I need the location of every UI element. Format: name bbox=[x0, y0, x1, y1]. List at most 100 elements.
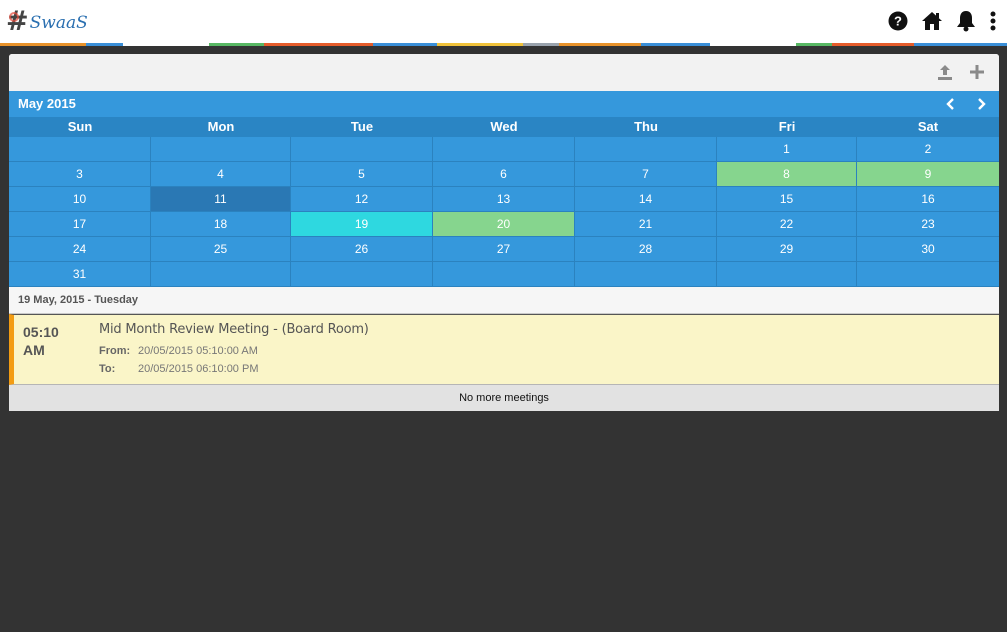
prev-month-button[interactable] bbox=[942, 96, 958, 112]
calendar-day-27[interactable]: 27 bbox=[433, 237, 575, 262]
stripe-segment bbox=[263, 43, 373, 46]
swaas-logo[interactable]: # SwaaS bbox=[6, 6, 88, 36]
stripe-segment bbox=[372, 43, 437, 46]
stripe-segment bbox=[122, 43, 210, 46]
calendar-week-row: 3456789 bbox=[9, 162, 999, 187]
calendar-empty-cell bbox=[717, 262, 857, 287]
no-more-meetings-note: No more meetings bbox=[9, 385, 999, 411]
meeting-item[interactable]: 05:10 AM Mid Month Review Meeting - (Boa… bbox=[9, 314, 999, 385]
more-vertical-icon[interactable] bbox=[989, 9, 997, 33]
calendar-day-14[interactable]: 14 bbox=[575, 187, 717, 212]
next-month-button[interactable] bbox=[974, 96, 990, 112]
calendar-empty-cell bbox=[291, 262, 433, 287]
calendar-day-12[interactable]: 12 bbox=[291, 187, 433, 212]
calendar-day-22[interactable]: 22 bbox=[717, 212, 857, 237]
stripe-segment bbox=[0, 43, 87, 46]
to-value: 20/05/2015 06:10:00 PM bbox=[138, 363, 259, 375]
logo-hash-mark: # bbox=[6, 5, 29, 37]
calendar-day-5[interactable]: 5 bbox=[291, 162, 433, 187]
month-calendar: May 2015 Sun Mon Tue Wed Thu Fri Sat 123456789… bbox=[9, 91, 999, 287]
stripe-segment bbox=[436, 43, 524, 46]
calendar-day-4[interactable]: 4 bbox=[151, 162, 291, 187]
calendar-day-2[interactable]: 2 bbox=[857, 137, 999, 162]
calendar-day-18[interactable]: 18 bbox=[151, 212, 291, 237]
stripe-segment bbox=[559, 43, 642, 46]
calendar-day-11[interactable]: 11 bbox=[151, 187, 291, 212]
stripe-segment bbox=[209, 43, 264, 46]
calendar-day-31[interactable]: 31 bbox=[9, 262, 151, 287]
calendar-week-row: 10 11 12 13 14 15 16 bbox=[9, 187, 999, 212]
calendar-empty-cell bbox=[857, 262, 999, 287]
from-value: 20/05/2015 05:10:00 AM bbox=[138, 345, 258, 357]
calendar-empty-cell bbox=[291, 137, 433, 162]
calendar-day-20[interactable]: 20 bbox=[433, 212, 575, 237]
calendar-empty-cell bbox=[151, 262, 291, 287]
calendar-day-6[interactable]: 6 bbox=[433, 162, 575, 187]
upload-icon[interactable] bbox=[935, 62, 955, 82]
stripe-segment bbox=[832, 43, 915, 46]
meeting-time-ampm: AM bbox=[23, 342, 45, 358]
calendar-day-21[interactable]: 21 bbox=[575, 212, 717, 237]
calendar-day-16[interactable]: 16 bbox=[857, 187, 999, 212]
header-actions: ? bbox=[887, 9, 997, 33]
calendar-empty-cell bbox=[575, 262, 717, 287]
month-label: May 2015 bbox=[18, 96, 76, 111]
calendar-empty-cell bbox=[151, 137, 291, 162]
calendar-day-28[interactable]: 28 bbox=[575, 237, 717, 262]
weekday-label-sat: Sat bbox=[917, 119, 939, 134]
weekday-label-mon: Mon bbox=[207, 119, 235, 134]
calendar-empty-cell bbox=[433, 137, 575, 162]
stripe-segment bbox=[641, 43, 710, 46]
calendar-empty-cell bbox=[575, 137, 717, 162]
calendar-empty-cell bbox=[433, 262, 575, 287]
home-icon[interactable] bbox=[921, 9, 943, 33]
calendar-day-17[interactable]: 17 bbox=[9, 212, 151, 237]
calendar-day-8[interactable]: 8 bbox=[717, 162, 857, 187]
stripe-segment bbox=[709, 43, 796, 46]
to-label: To: bbox=[99, 363, 116, 375]
stripe-segment bbox=[795, 43, 833, 46]
weekday-label-sun: Sun bbox=[67, 119, 93, 134]
calendar-day-24[interactable]: 24 bbox=[9, 237, 151, 262]
logo-text: SwaaS bbox=[29, 12, 88, 33]
stripe-segment bbox=[86, 43, 123, 46]
header-color-stripe bbox=[0, 43, 1007, 46]
chevron-right-icon bbox=[978, 98, 986, 110]
calendar-day-7[interactable]: 7 bbox=[575, 162, 717, 187]
calendar-week-row: 12 bbox=[9, 137, 999, 162]
calendar-day-19[interactable]: 19 bbox=[291, 212, 433, 237]
calendar-day-13[interactable]: 13 bbox=[433, 187, 575, 212]
stripe-segment bbox=[914, 43, 1007, 46]
meeting-to-row: To: 20/05/2015 06:10:00 PM bbox=[99, 363, 258, 375]
bell-icon[interactable] bbox=[955, 9, 977, 33]
selected-date-bar: 19 May, 2015 - Tuesday bbox=[9, 287, 999, 314]
weekday-label-wed: Wed bbox=[490, 119, 518, 134]
calendar-day-25[interactable]: 25 bbox=[151, 237, 291, 262]
top-header: # SwaaS ? bbox=[0, 0, 1007, 43]
calendar-day-29[interactable]: 29 bbox=[717, 237, 857, 262]
calendar-day-1[interactable]: 1 bbox=[717, 137, 857, 162]
calendar-day-30[interactable]: 30 bbox=[857, 237, 999, 262]
weekday-label-tue: Tue bbox=[350, 119, 374, 134]
calendar-header: May 2015 bbox=[9, 91, 999, 117]
calendar-day-15[interactable]: 15 bbox=[717, 187, 857, 212]
weekday-label-thu: Thu bbox=[634, 119, 658, 134]
calendar-panel: May 2015 Sun Mon Tue Wed Thu Fri Sat 123456789… bbox=[9, 54, 999, 411]
calendar-day-9[interactable]: 9 bbox=[857, 162, 999, 187]
calendar-day-10[interactable]: 10 bbox=[9, 187, 151, 212]
calendar-week-row: 31 bbox=[9, 262, 999, 287]
help-icon[interactable]: ? bbox=[887, 9, 909, 33]
from-label: From: bbox=[99, 345, 131, 357]
meeting-from-row: From: 20/05/2015 05:10:00 AM bbox=[99, 345, 258, 357]
calendar-grid: 1 2 3 4 5 6 7 8 9 10 11 12 13 14 15 16 17 18 19 20 21 22 23 24 2… bbox=[9, 137, 999, 287]
calendar-week-row: 24 25 26 27 28 29 30 bbox=[9, 237, 999, 262]
calendar-day-3[interactable]: 3 bbox=[9, 162, 151, 187]
calendar-week-row: 17 18 19 20 21 22 23 bbox=[9, 212, 999, 237]
plus-icon[interactable] bbox=[967, 62, 987, 82]
meeting-title: Mid Month Review Meeting - (Board Room) bbox=[99, 322, 369, 337]
panel-toolbar bbox=[9, 54, 999, 91]
selected-date-label: 19 May, 2015 - Tuesday bbox=[18, 294, 139, 306]
calendar-day-26[interactable]: 26 bbox=[291, 237, 433, 262]
calendar-day-23[interactable]: 23 bbox=[857, 212, 999, 237]
meeting-time-value: 05:10 bbox=[23, 324, 59, 340]
